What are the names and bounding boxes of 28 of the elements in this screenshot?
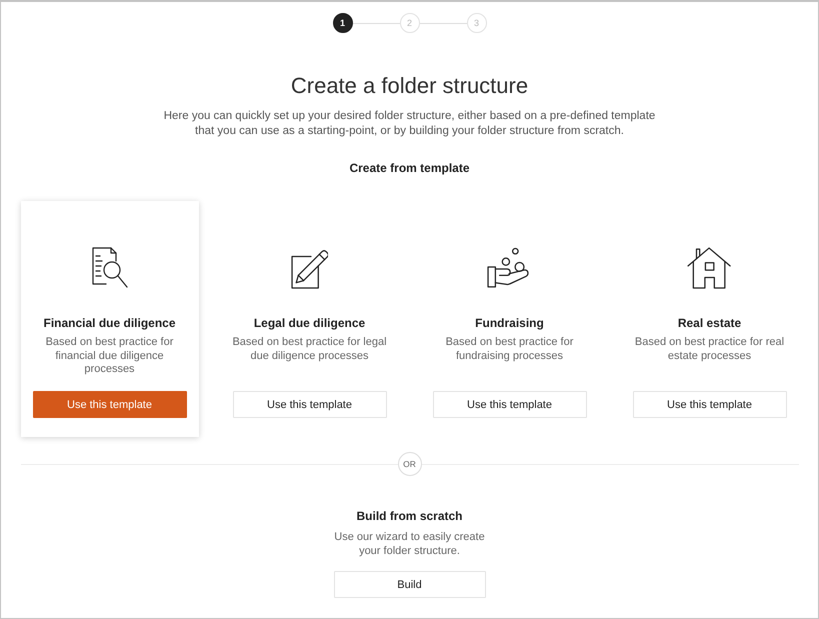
template-description: Based on best practice for real estate processes: [634, 336, 786, 364]
template-title: Legal due diligence: [254, 315, 366, 331]
house-icon: [686, 247, 733, 289]
or-separator: OR: [398, 452, 422, 476]
template-description: Based on best practice for fundraising processes: [444, 336, 574, 364]
step-connector: [420, 22, 466, 24]
step-indicator: 2: [400, 13, 420, 33]
template-title: Real estate: [678, 315, 742, 331]
template-card[interactable]: Financial due diligence Based on best practice for financial due diligence processes Use this template: [20, 201, 198, 437]
intro-text: Here you can quickly set up your desired folder structure, either based on a pre-defined template that you can use as a starting-point, or by building your folder structure from scratch.: [162, 109, 656, 139]
pencil-paper-icon: [290, 247, 328, 289]
use-template-button[interactable]: Use this template: [32, 391, 186, 418]
build-button[interactable]: Build: [334, 571, 486, 598]
step-connector: [352, 22, 400, 24]
section-heading: Create from template: [349, 160, 470, 176]
step-indicator: 1: [332, 13, 352, 33]
template-title: Financial due diligence: [43, 315, 176, 331]
document-magnifier-icon: [92, 247, 128, 289]
use-template-button[interactable]: Use this template: [632, 391, 786, 418]
use-template-button[interactable]: Use this template: [232, 391, 386, 418]
template-title: Fundraising: [475, 315, 544, 331]
page-title: Create a folder structure: [290, 72, 528, 100]
use-template-button[interactable]: Use this template: [432, 391, 586, 418]
scratch-description: Use our wizard to easily create your folder structure.: [333, 530, 486, 558]
template-description: Based on best practice for legal due diligence processes: [231, 336, 388, 364]
scratch-title: Build from scratch: [356, 508, 463, 524]
step-indicator: 3: [466, 13, 486, 33]
template-description: Based on best practice for financial due diligence processes: [44, 336, 174, 377]
